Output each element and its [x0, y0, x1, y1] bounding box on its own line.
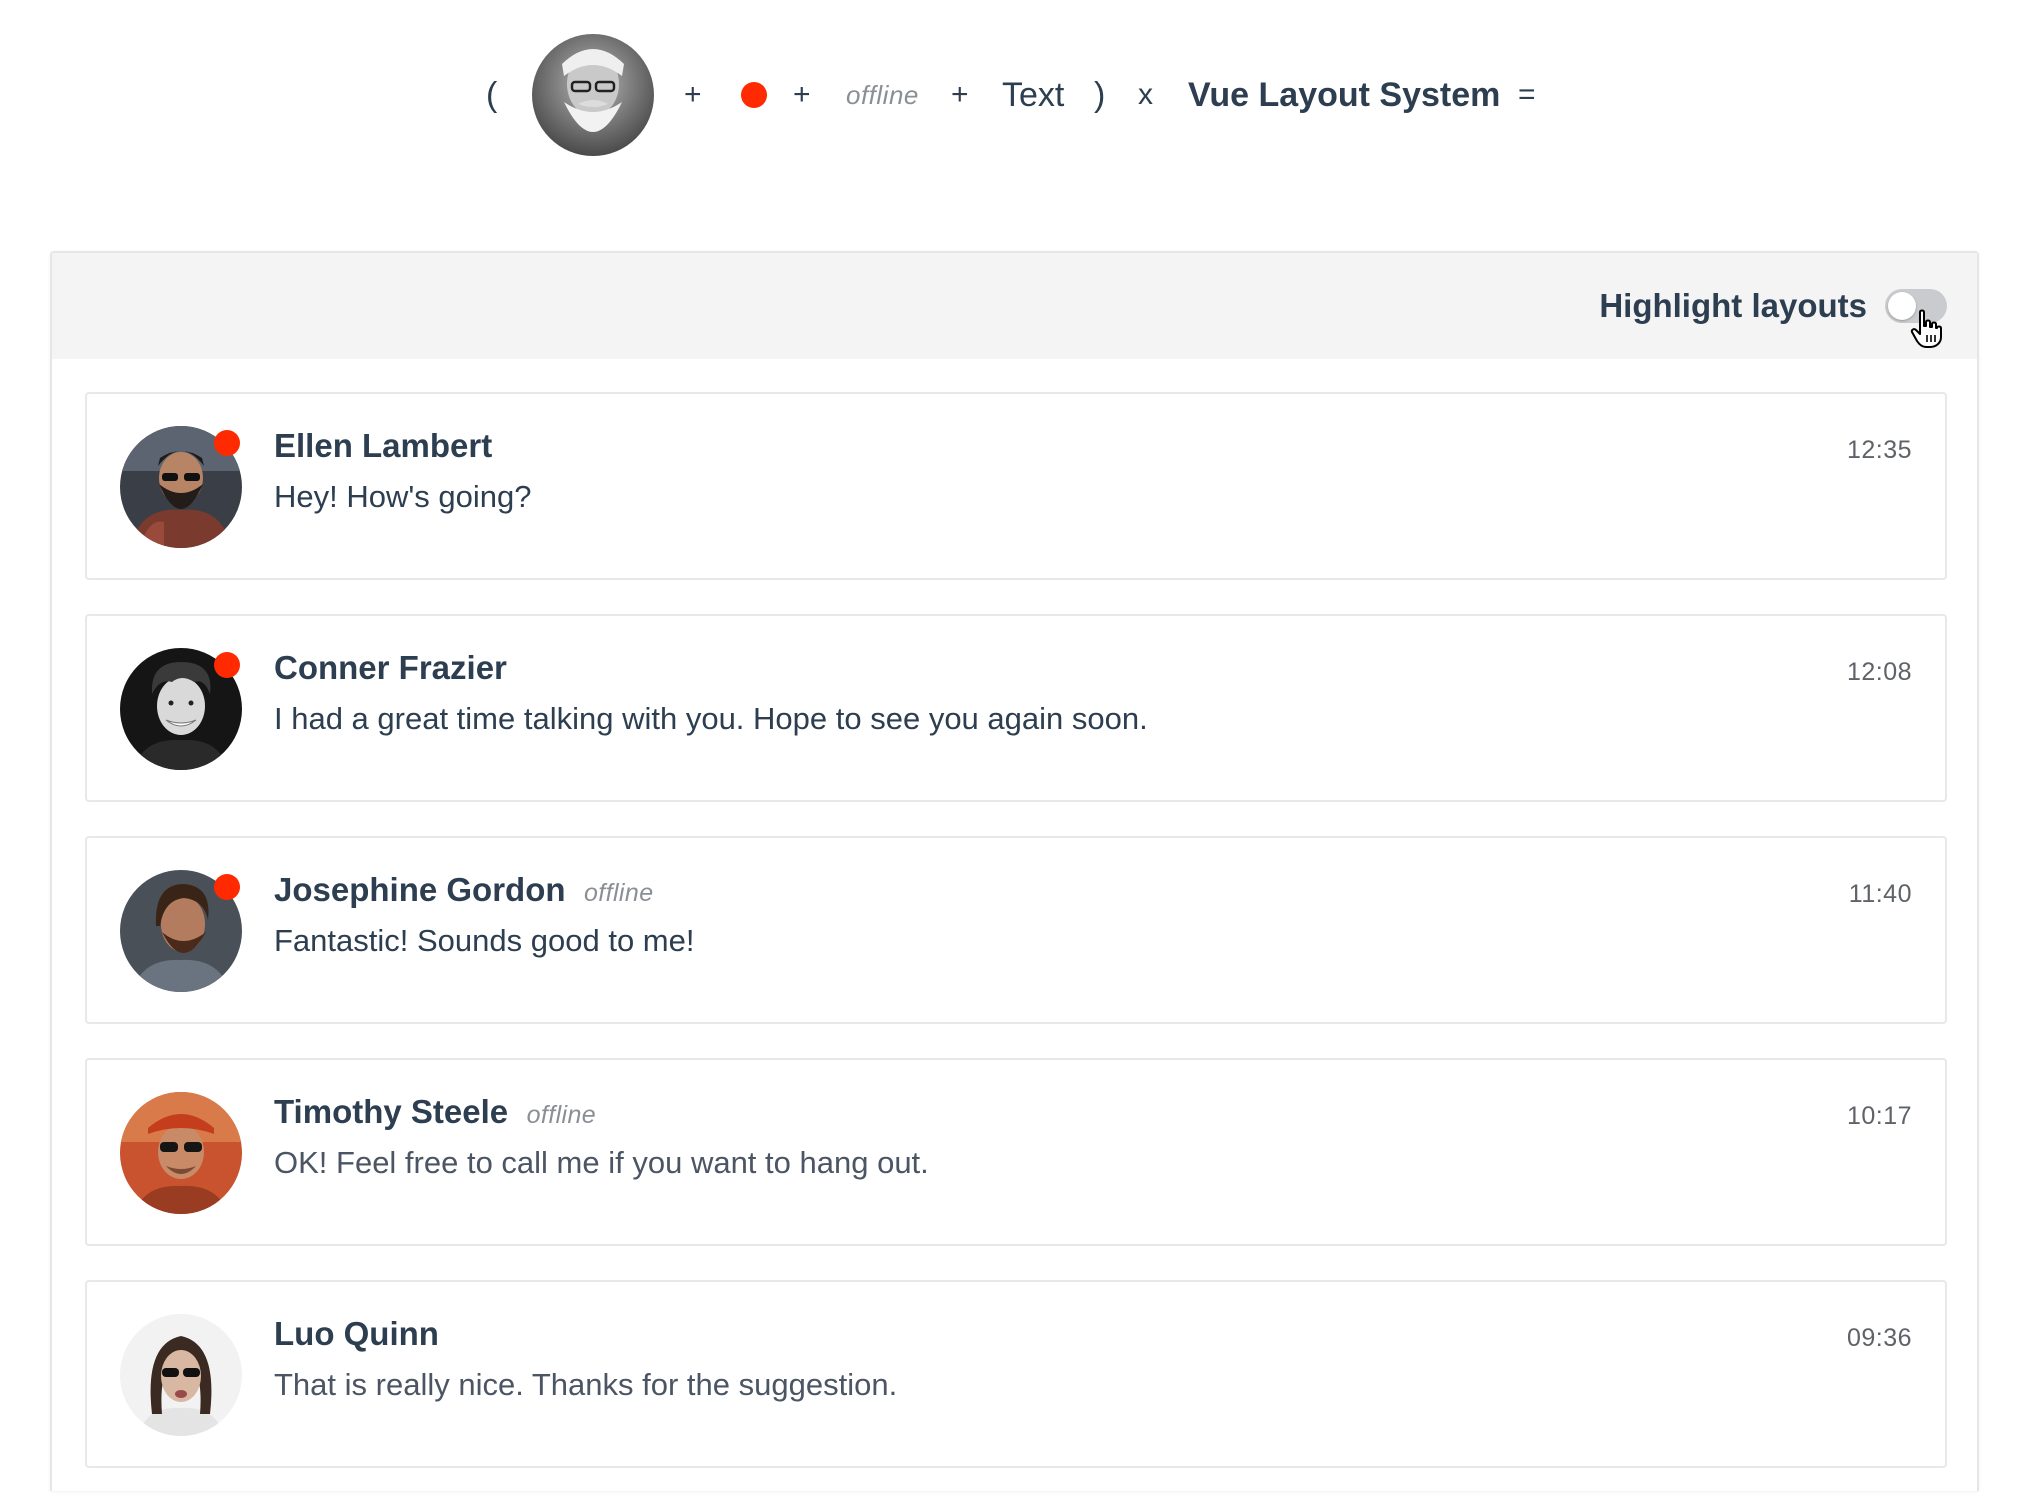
- plus-sign: +: [684, 78, 702, 111]
- list-item[interactable]: Josephine Gordon offline Fantastic! Soun…: [85, 836, 1947, 1024]
- brand-title: Vue Layout System: [1188, 76, 1501, 114]
- message-preview: Fantastic! Sounds good to me!: [274, 923, 695, 958]
- avatar-wrapper: [120, 870, 242, 992]
- list-item[interactable]: Timothy Steele offline OK! Feel free to …: [85, 1058, 1947, 1246]
- avatar: [120, 1092, 242, 1214]
- message-list: Ellen Lambert Hey! How's going? 12:35 Co…: [85, 392, 1947, 1502]
- open-paren: (: [486, 76, 498, 114]
- offline-label: offline: [526, 1101, 597, 1129]
- toolbar: Highlight layouts: [52, 253, 1977, 359]
- text-sample: Text: [1002, 76, 1065, 114]
- highlight-layouts-label: Highlight layouts: [1599, 287, 1867, 324]
- online-status-dot: [214, 430, 240, 456]
- message-time: 10:17: [1846, 1102, 1912, 1130]
- pointer-hand-icon: [1910, 309, 1942, 348]
- name-row: Conner Frazier: [274, 649, 507, 687]
- contact-name: Josephine Gordon: [274, 871, 566, 908]
- message-preview: Hey! How's going?: [274, 479, 532, 514]
- status-dot-sample: [741, 82, 767, 108]
- online-status-dot: [214, 652, 240, 678]
- contact-name: Luo Quinn: [274, 1315, 439, 1352]
- list-item[interactable]: Ellen Lambert Hey! How's going? 12:35: [85, 392, 1947, 580]
- avatar-wrapper: [120, 1314, 242, 1436]
- name-row: Josephine Gordon offline: [274, 871, 654, 909]
- equation-avatar: [532, 34, 654, 156]
- message-time: 12:35: [1846, 436, 1912, 464]
- message-time: 11:40: [1848, 880, 1912, 908]
- equals-sign: =: [1518, 78, 1536, 111]
- message-time: 09:36: [1846, 1324, 1912, 1352]
- contact-name: Ellen Lambert: [274, 427, 493, 464]
- avatar-wrapper: [120, 426, 242, 548]
- list-item[interactable]: Luo Quinn That is really nice. Thanks fo…: [85, 1280, 1947, 1468]
- plus-sign: +: [951, 78, 969, 111]
- name-row: Ellen Lambert: [274, 427, 492, 465]
- name-row: Timothy Steele offline: [274, 1093, 596, 1131]
- name-row: Luo Quinn: [274, 1315, 439, 1353]
- offline-label: offline: [583, 879, 654, 907]
- plus-sign: +: [793, 78, 811, 111]
- message-preview: I had a great time talking with you. Hop…: [274, 701, 1148, 736]
- times-sign: x: [1138, 78, 1153, 111]
- contact-name: Conner Frazier: [274, 649, 507, 686]
- message-preview: OK! Feel free to call me if you want to …: [274, 1145, 929, 1180]
- avatar-wrapper: [120, 648, 242, 770]
- close-paren: ): [1094, 76, 1106, 114]
- list-item[interactable]: Conner Frazier I had a great time talkin…: [85, 614, 1947, 802]
- message-preview: That is really nice. Thanks for the sugg…: [274, 1367, 898, 1402]
- online-status-dot: [214, 874, 240, 900]
- layout-equation: ( + + offline + Text ) x Vue Layout Syst…: [0, 31, 2024, 159]
- offline-sample: offline: [846, 80, 919, 110]
- avatar-wrapper: [120, 1092, 242, 1214]
- chat-list-panel: Highlight layouts Ellen Lambert Hey! How…: [50, 251, 1979, 1491]
- avatar: [120, 1314, 242, 1436]
- contact-name: Timothy Steele: [274, 1093, 509, 1130]
- message-time: 12:08: [1846, 658, 1912, 686]
